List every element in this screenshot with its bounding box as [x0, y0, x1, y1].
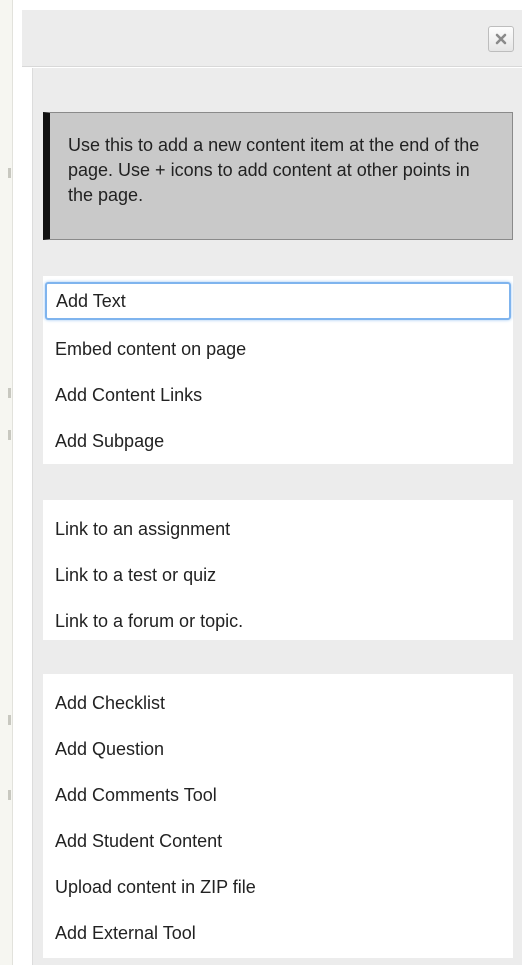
add-text-link[interactable]: Add Text	[45, 282, 511, 320]
add-student-content-link[interactable]: Add Student Content	[43, 818, 513, 864]
background-mark	[8, 430, 11, 440]
page: Use this to add a new content item at th…	[0, 0, 522, 965]
add-comments-tool-link[interactable]: Add Comments Tool	[43, 772, 513, 818]
add-question-link[interactable]: Add Question	[43, 726, 513, 772]
add-external-tool-link[interactable]: Add External Tool	[43, 910, 513, 956]
dialog-header	[22, 10, 522, 67]
content-group-tools: Add Checklist Add Question Add Comments …	[43, 674, 513, 958]
close-x-icon	[495, 33, 507, 45]
info-message: Use this to add a new content item at th…	[43, 112, 513, 240]
add-checklist-link[interactable]: Add Checklist	[43, 680, 513, 726]
background-mark	[8, 790, 11, 800]
content-group-links: Link to an assignment Link to a test or …	[43, 500, 513, 640]
link-test-quiz-link[interactable]: Link to a test or quiz	[43, 552, 513, 598]
background-mark	[8, 168, 11, 178]
info-message-text: Use this to add a new content item at th…	[68, 135, 480, 205]
close-button[interactable]	[488, 26, 514, 52]
background-page-edge	[0, 0, 13, 965]
add-content-links-link[interactable]: Add Content Links	[43, 372, 513, 418]
content-group-basic: Add Text Embed content on page Add Conte…	[43, 276, 513, 464]
background-mark	[8, 715, 11, 725]
add-content-panel: Use this to add a new content item at th…	[32, 68, 522, 965]
link-forum-topic-link[interactable]: Link to a forum or topic.	[43, 598, 513, 644]
upload-zip-link[interactable]: Upload content in ZIP file	[43, 864, 513, 910]
embed-content-link[interactable]: Embed content on page	[43, 326, 513, 372]
add-subpage-link[interactable]: Add Subpage	[43, 418, 513, 464]
background-mark	[8, 388, 11, 398]
link-assignment-link[interactable]: Link to an assignment	[43, 506, 513, 552]
